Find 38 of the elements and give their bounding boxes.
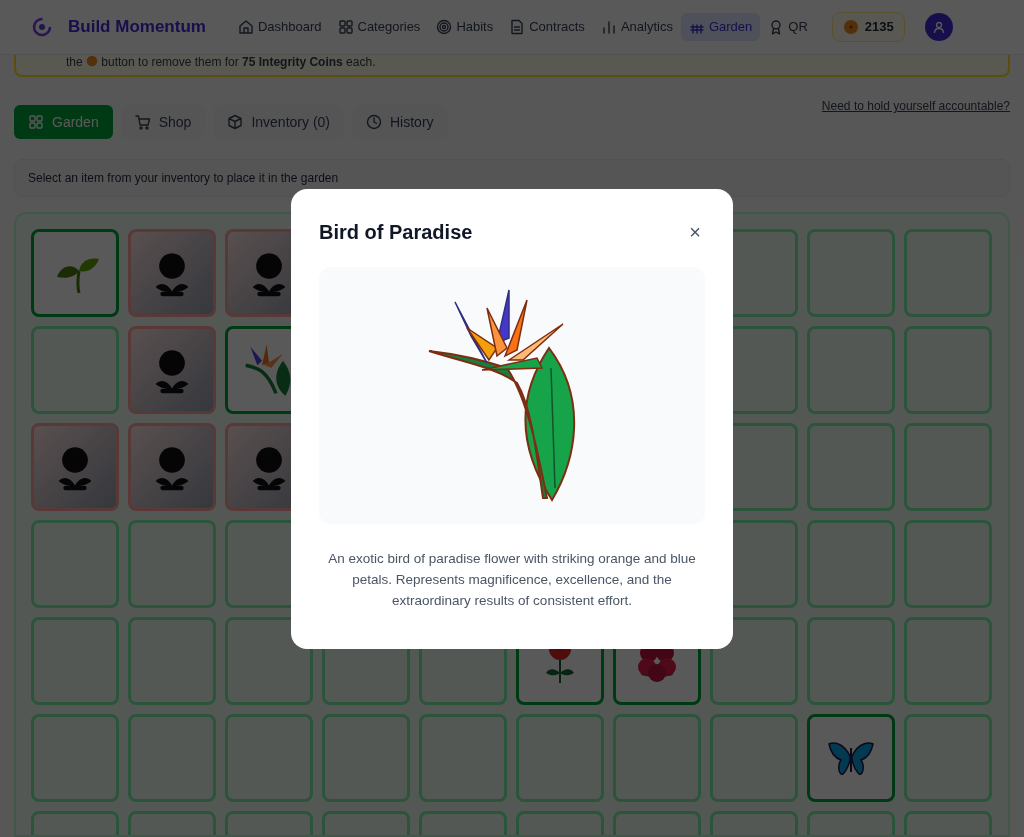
notice-text: the button to remove them for 75 Integrity Coins each. [66,54,376,71]
document-icon [509,19,526,35]
nav-link[interactable]: Habits [428,13,502,41]
grid-icon [28,114,44,130]
empty-plot[interactable] [225,617,313,705]
close-button[interactable]: × [685,221,705,242]
brand-name[interactable]: Build Momentum [68,14,206,40]
coin-icon [842,19,859,35]
tab[interactable]: Garden [14,105,113,139]
logo-icon [32,17,52,37]
box-icon [227,114,244,130]
dialog-title: Bird of Paradise [319,219,473,245]
user-icon [931,20,946,34]
coin-icon [86,55,98,67]
garden-plot-cell[interactable] [128,326,216,414]
clock-icon [366,114,382,130]
nav-link[interactable]: Analytics [592,13,681,41]
nav-link[interactable]: Garden [680,13,761,41]
nav-link[interactable]: QR [760,13,816,41]
coin-balance: 2135 [831,12,905,42]
target-icon [436,19,453,35]
item-description: An exotic bird of paradise flower with striking orange and blue petals. Represents magnificence, excellence, and the extraordinary results of consistent effort. [327,549,697,610]
accountability-link[interactable]: Need to hold yourself accountable? [821,97,1010,115]
avatar-button[interactable] [924,13,953,41]
garden-plot-cell[interactable] [128,229,216,317]
garden-plot-cell[interactable] [31,229,119,317]
garden-plot-cell[interactable] [807,714,895,802]
empty-plot[interactable] [710,617,798,705]
bar-chart-icon [600,19,617,35]
nav-link[interactable]: Categories [329,13,429,41]
home-icon [237,19,254,35]
instruction-text: Select an item from your inventory to place it in the garden [14,159,1010,197]
cart-icon [134,114,151,130]
nav-link[interactable]: Contracts [501,13,593,41]
grid-icon [337,19,354,35]
nav-link[interactable]: Dashboard [229,13,330,41]
garden-plot-cell[interactable] [128,423,216,511]
garden-plot-cell[interactable] [31,423,119,511]
